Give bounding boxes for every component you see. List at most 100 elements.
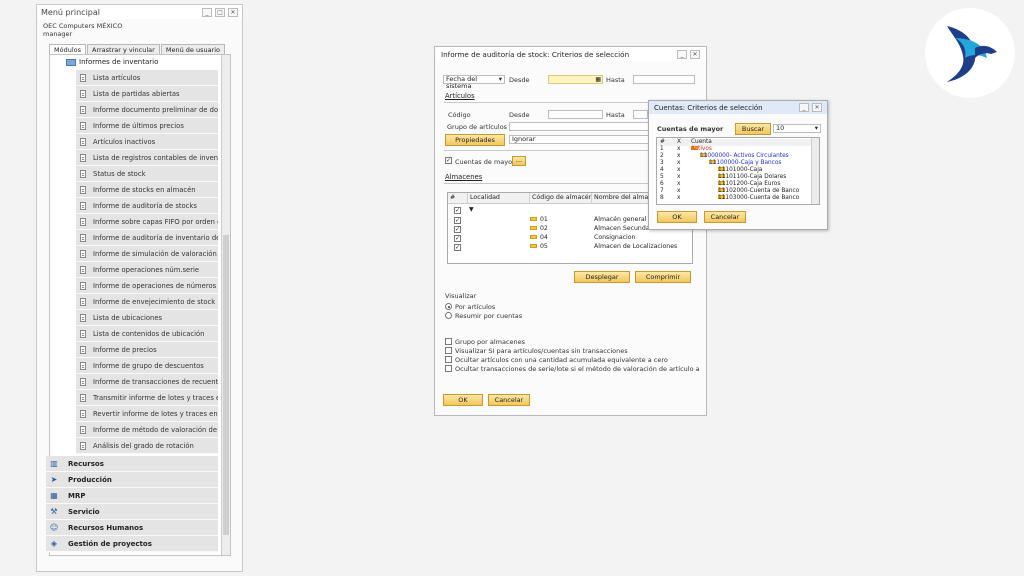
report-item[interactable]: Lista de ubicaciones [76, 310, 218, 326]
report-item[interactable]: Lista de partidas abiertas [76, 86, 218, 102]
option-checkbox[interactable] [445, 356, 452, 363]
account-row[interactable]: 2 x 11000000- Activos Circulantes [657, 153, 813, 160]
search-value-select[interactable]: 10 ▾ [773, 124, 821, 133]
report-item[interactable]: Lista de registros contables de inventar… [76, 150, 218, 166]
account-name-text: 11101200-Caja Euros [718, 181, 781, 187]
unfold-button[interactable]: Desplegar [574, 271, 630, 283]
account-x: x [677, 195, 681, 201]
minimize-icon[interactable]: _ [677, 49, 687, 59]
accounts-scrollbar[interactable] [811, 138, 819, 204]
warehouse-checkbox[interactable]: ✓ [454, 244, 461, 251]
minimize-icon[interactable]: _ [799, 103, 809, 112]
warehouse-checkbox[interactable]: ✓ [454, 217, 461, 224]
date-from-input[interactable]: ▦ [548, 75, 603, 84]
link-arrow-icon[interactable] [530, 226, 537, 230]
report-item[interactable]: Informe de método de valoración de stock [76, 422, 218, 438]
code-to-input[interactable] [633, 110, 648, 119]
report-item[interactable]: Revertir informe de lotes y traces en se… [76, 406, 218, 422]
report-item[interactable]: Informe de grupo de descuentos [76, 358, 218, 374]
view-by-accounts-radio[interactable] [445, 312, 452, 319]
user-name: manager [43, 30, 73, 38]
option-checkbox[interactable] [445, 365, 452, 372]
close-icon[interactable]: ✕ [812, 103, 822, 112]
report-item[interactable]: Informe de precios [76, 342, 218, 358]
report-item[interactable]: Análisis del grado de rotación [76, 438, 218, 454]
warehouse-checkbox[interactable]: ✓ [454, 235, 461, 242]
report-item[interactable]: Informe de stocks en almacén [76, 182, 218, 198]
report-item-label: Informe documento preliminar de docume [93, 105, 218, 114]
tab-user-menu[interactable]: Menú de usuario [160, 44, 226, 54]
module-item[interactable]: ◈ Gestión de proyectos [46, 536, 218, 552]
maximize-icon[interactable]: □ [215, 7, 225, 17]
collapse-triangle-icon[interactable]: ▼ [469, 206, 474, 213]
properties-button[interactable]: Propiedades [445, 134, 505, 146]
report-item-label: Informe de auditoría de inventario de lo… [93, 233, 218, 242]
report-item[interactable]: Informe de simulación de valoración de s… [76, 246, 218, 262]
report-item[interactable]: Lista de contenidos de ubicación [76, 326, 218, 342]
module-item[interactable]: ▦ MRP [46, 488, 218, 504]
link-arrow-icon[interactable] [530, 244, 537, 248]
item-group-input[interactable] [509, 122, 649, 131]
folder-inventory-reports[interactable]: Informes de inventario [66, 56, 158, 68]
module-item[interactable]: ➤ Producción [46, 472, 218, 488]
report-item[interactable]: Status de stock [76, 166, 218, 182]
warehouse-row[interactable]: ✓ 04 Consignacion [448, 234, 692, 243]
module-item-label: MRP [68, 491, 86, 500]
report-item[interactable]: Informe sobre capas FIFO por orden de c [76, 214, 218, 230]
report-item[interactable]: Informe de auditoría de inventario de lo… [76, 230, 218, 246]
calendar-icon[interactable]: ▦ [595, 76, 601, 83]
modules-scrollbar[interactable] [221, 55, 230, 555]
report-item[interactable]: Informe de operaciones de números de lo [76, 278, 218, 294]
report-item-label: Informe de precios [93, 345, 157, 354]
close-icon[interactable]: ✕ [690, 49, 700, 59]
report-item[interactable]: Informe de auditoría de stocks [76, 198, 218, 214]
report-item[interactable]: Lista artículos [76, 70, 218, 86]
account-number: 5 [660, 174, 664, 180]
tab-modules[interactable]: Módulos [49, 44, 86, 54]
report-item[interactable]: Informe de transacciones de recuento de [76, 374, 218, 390]
collapse-button[interactable]: Comprimir [635, 271, 691, 283]
grid-header-warehouse-code[interactable]: Código de almacén [530, 193, 592, 204]
tab-drag-relate[interactable]: Arrastrar y vincular [87, 44, 160, 54]
report-item[interactable]: Informe documento preliminar de docume [76, 102, 218, 118]
link-arrow-icon[interactable] [530, 217, 537, 221]
code-from-input[interactable] [548, 110, 603, 119]
warehouse-row[interactable]: ✓ 05 Almacen de Localizaciones [448, 243, 692, 252]
accounts-cancel-button[interactable]: Cancelar [704, 211, 746, 223]
link-arrow-icon[interactable] [530, 235, 537, 239]
minimize-icon[interactable]: _ [202, 7, 212, 17]
grid-header-location[interactable]: Localidad [468, 193, 530, 204]
warehouse-code-text: 02 [540, 225, 548, 232]
date-type-select[interactable]: Fecha del sistema ▾ [443, 75, 505, 90]
accounts-checkbox[interactable]: ✓ [445, 157, 452, 164]
view-by-articles-radio[interactable] [445, 303, 452, 310]
report-item[interactable]: Informe de últimos precios [76, 118, 218, 134]
account-row[interactable]: 5 x 11101100-Caja Dolares [657, 174, 813, 181]
close-icon[interactable]: ✕ [228, 7, 238, 17]
report-item[interactable]: Informe operaciones núm.serie [76, 262, 218, 278]
account-row[interactable]: 7 x 11102000-Cuenta de Banco [657, 188, 813, 195]
warehouse-checkbox[interactable]: ✓ [454, 226, 461, 233]
option-checkbox[interactable] [445, 338, 452, 345]
account-row[interactable]: 4 x 11101000-Caja [657, 167, 813, 174]
account-row[interactable]: 8 x 11103000-Cuenta de Banco [657, 195, 813, 202]
module-item[interactable]: ☺ Recursos Humanos [46, 520, 218, 536]
date-to-input[interactable] [633, 75, 695, 84]
ok-button[interactable]: OK [443, 394, 483, 406]
option-checkbox[interactable] [445, 347, 452, 354]
scrollbar-thumb[interactable] [223, 235, 229, 535]
search-button[interactable]: Buscar [735, 123, 771, 135]
report-item[interactable]: Informe de envejecimiento de stock [76, 294, 218, 310]
select-all-checkbox[interactable]: ✓ [454, 207, 461, 214]
report-item[interactable]: Transmitir informe de lotes y traces en … [76, 390, 218, 406]
account-row[interactable]: 3 x 11100000-Caja y Bancos [657, 160, 813, 167]
cancel-button[interactable]: Cancelar [488, 394, 530, 406]
module-item[interactable]: ▥ Recursos [46, 456, 218, 472]
report-item[interactable]: Artículos inactivos [76, 134, 218, 150]
account-x: x [677, 153, 681, 159]
module-item[interactable]: ⚒ Servicio [46, 504, 218, 520]
account-row[interactable]: 1 x Activos [657, 146, 813, 153]
account-row[interactable]: 6 x 11101200-Caja Euros [657, 181, 813, 188]
accounts-ok-button[interactable]: OK [657, 211, 697, 223]
accounts-ellipsis-button[interactable]: ... [512, 156, 526, 166]
